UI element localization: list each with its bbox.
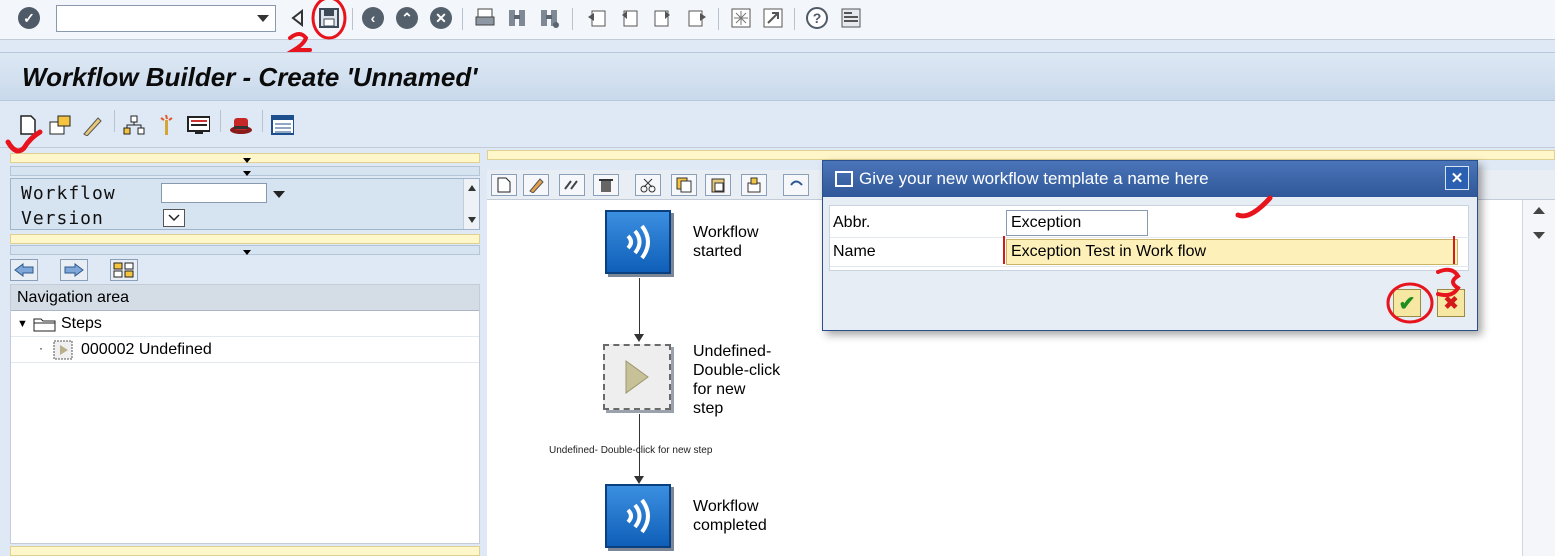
previous-page-icon[interactable] <box>616 5 642 31</box>
workflow-dropdown-icon[interactable] <box>273 191 285 198</box>
nav-back-icon[interactable] <box>10 259 38 281</box>
paste-icon[interactable] <box>705 174 731 196</box>
workflow-pane-header[interactable] <box>10 153 480 163</box>
close-icon[interactable]: ✕ <box>1445 166 1469 190</box>
edit-icon[interactable] <box>80 113 104 137</box>
abbr-field[interactable] <box>1006 210 1148 236</box>
ok-button[interactable]: ✔ <box>1393 289 1421 317</box>
version-dropdown[interactable] <box>163 209 185 227</box>
nav-forward-icon[interactable] <box>60 259 88 281</box>
tree-label: Steps <box>61 315 102 332</box>
display-icon[interactable] <box>186 113 210 137</box>
new-node-icon[interactable] <box>491 174 517 196</box>
cancel-button[interactable]: ✖ <box>1437 289 1465 317</box>
application-toolbar <box>0 102 1555 148</box>
abbr-label: Abbr. <box>833 214 871 231</box>
tree-node-steps[interactable]: ▼ Steps <box>11 311 479 337</box>
link-icon[interactable] <box>559 174 585 196</box>
workflow-selector: Workflow Version <box>10 178 480 230</box>
system-toolbar: ✓ ‹ ⌃ ✕ ? <box>0 0 1555 40</box>
nav-pane-collapse[interactable] <box>10 245 480 255</box>
workflow-label: Workflow <box>21 183 116 204</box>
event-icon[interactable] <box>605 484 671 548</box>
list-icon[interactable] <box>270 113 294 137</box>
command-dropdown-icon[interactable] <box>257 15 269 22</box>
print-icon[interactable] <box>472 5 498 31</box>
tree-label: 000002 Undefined <box>81 341 212 358</box>
page-title: Workflow Builder - Create 'Unnamed' <box>22 62 478 92</box>
undefined-step-icon[interactable] <box>603 344 671 410</box>
undo-icon[interactable] <box>783 174 809 196</box>
workflow-scrollbar[interactable] <box>463 179 479 229</box>
cut-icon[interactable] <box>635 174 661 196</box>
save-icon[interactable] <box>316 5 342 31</box>
name-row: Name <box>830 239 1470 267</box>
back-icon[interactable]: ‹ <box>360 5 386 31</box>
create-session-icon[interactable] <box>728 5 754 31</box>
dialog-title: Give your new workflow template a name h… <box>859 169 1209 188</box>
canvas-scrollbar[interactable] <box>1522 200 1555 556</box>
nav-area-title: Navigation area <box>11 285 479 311</box>
workflow-pane-collapse[interactable] <box>10 166 480 176</box>
test-icon[interactable] <box>228 113 252 137</box>
insert-block-icon[interactable] <box>741 174 767 196</box>
wand-icon[interactable] <box>154 113 178 137</box>
graphic-pane-header[interactable] <box>487 150 1555 160</box>
dialog-icon <box>835 171 853 187</box>
folder-icon <box>33 316 57 337</box>
name-field[interactable] <box>1006 239 1458 265</box>
name-template-dialog: Give your new workflow template a name h… <box>822 160 1478 331</box>
command-input[interactable] <box>57 6 247 30</box>
open-icon[interactable] <box>48 113 72 137</box>
tree-bullet: · <box>39 341 43 355</box>
pencil-icon[interactable] <box>523 174 549 196</box>
first-page-icon[interactable] <box>584 5 610 31</box>
help-icon[interactable]: ? <box>804 5 830 31</box>
step-icon <box>53 340 73 365</box>
nav-tree-icon[interactable] <box>110 259 138 281</box>
find-next-icon[interactable] <box>536 5 562 31</box>
shortcut-icon[interactable] <box>760 5 786 31</box>
node-label-start: Workflow started <box>693 224 759 260</box>
tree-node-step[interactable]: · 000002 Undefined <box>11 337 479 363</box>
nav-toolbar <box>10 259 480 283</box>
command-field[interactable] <box>56 5 276 32</box>
find-icon[interactable] <box>504 5 530 31</box>
back-nav-icon[interactable] <box>284 5 310 31</box>
dialog-title-bar[interactable]: Give your new workflow template a name h… <box>823 161 1477 197</box>
connector-label[interactable]: Undefined- Double-click for new step <box>549 445 712 456</box>
expand-icon[interactable]: ▼ <box>17 318 28 330</box>
node-label-end: Workflow completed <box>693 498 767 534</box>
copy-icon[interactable] <box>671 174 697 196</box>
dialog-form: Abbr. Name <box>829 205 1470 271</box>
version-label: Version <box>21 208 104 229</box>
exit-icon[interactable]: ⌃ <box>394 5 420 31</box>
cancel-icon[interactable]: ✕ <box>428 5 454 31</box>
node-label-undefined: Undefined- Double-click for new step <box>693 343 781 417</box>
structure-icon[interactable] <box>122 113 146 137</box>
layout-menu-icon[interactable] <box>838 5 864 31</box>
title-bar: Workflow Builder - Create 'Unnamed' <box>0 52 1555 101</box>
event-icon[interactable] <box>605 210 671 274</box>
delete-icon[interactable] <box>593 174 619 196</box>
abbr-row: Abbr. <box>830 210 1470 238</box>
nav-pane-header[interactable] <box>10 234 480 244</box>
name-label: Name <box>833 243 876 260</box>
new-icon[interactable] <box>16 113 40 137</box>
last-page-icon[interactable] <box>684 5 710 31</box>
navigation-area: Navigation area ▼ Steps · 000002 Undefin… <box>10 284 480 544</box>
workflow-input[interactable] <box>161 183 267 203</box>
next-page-icon[interactable] <box>650 5 676 31</box>
enter-icon[interactable]: ✓ <box>16 5 42 31</box>
bottom-pane-header[interactable] <box>10 546 480 556</box>
